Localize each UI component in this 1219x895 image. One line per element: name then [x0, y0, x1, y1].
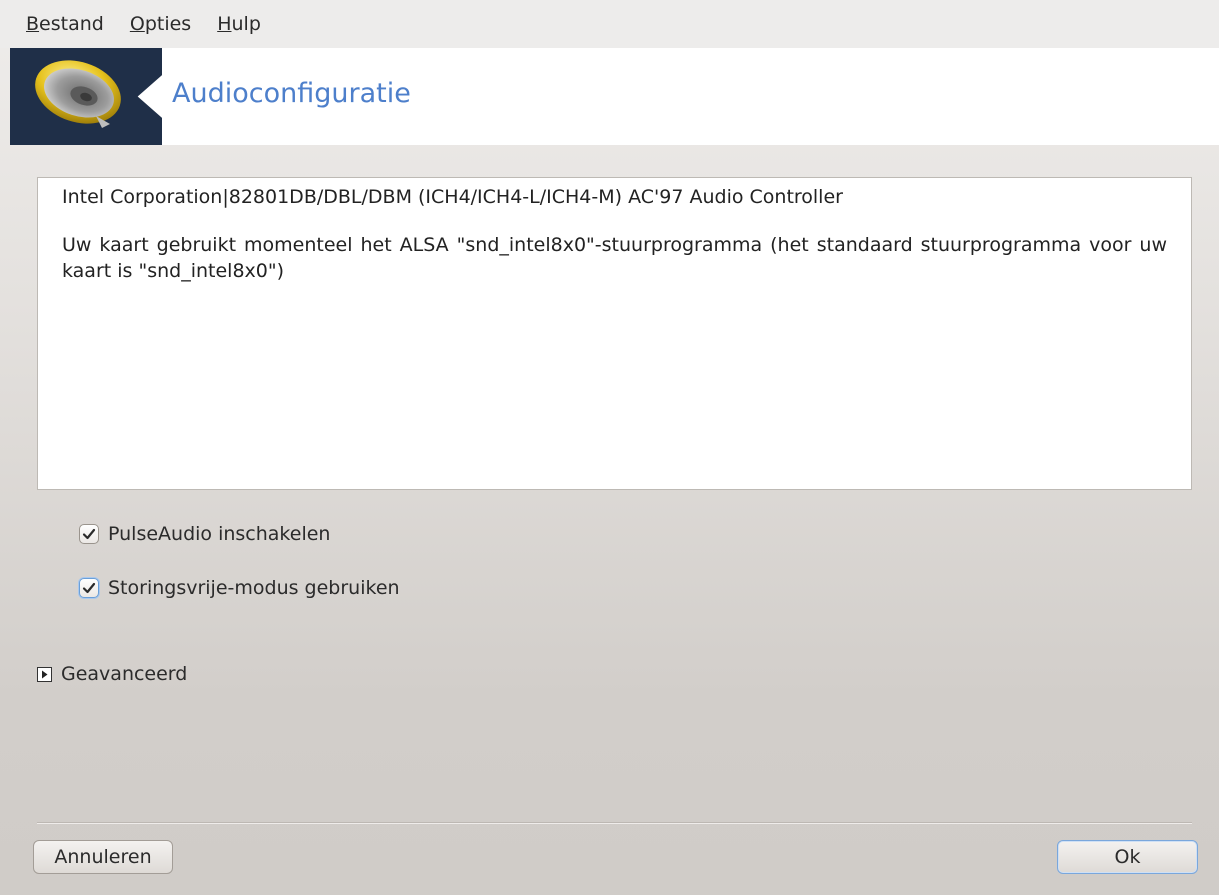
pulseaudio-label: PulseAudio inschakelen — [108, 523, 331, 545]
header-banner: Audioconfiguratie — [10, 48, 1219, 145]
speaker-icon — [35, 60, 121, 128]
button-separator — [37, 822, 1192, 824]
glitchfree-checkbox-row[interactable]: Storingsvrije-modus gebruiken — [79, 577, 400, 599]
checkmark-icon — [82, 528, 96, 540]
pulseaudio-checkbox[interactable] — [79, 524, 99, 544]
glitchfree-label: Storingsvrije-modus gebruiken — [108, 577, 400, 599]
glitchfree-checkbox[interactable] — [79, 578, 99, 598]
menu-opties[interactable]: Opties — [130, 13, 191, 35]
menu-hulp-label: ulp — [231, 13, 261, 35]
sound-card-info: Intel Corporation|82801DB/DBL/DBM (ICH4/… — [37, 177, 1192, 490]
menubar: Bestand Opties Hulp — [0, 0, 1219, 48]
sound-card-name: Intel Corporation|82801DB/DBL/DBM (ICH4/… — [62, 186, 843, 208]
menu-bestand-label: estand — [39, 13, 104, 35]
expand-arrow-icon[interactable] — [37, 666, 52, 682]
checkmark-icon — [82, 582, 96, 594]
cancel-button[interactable]: Annuleren — [33, 840, 173, 874]
triangle-right-icon — [42, 670, 48, 678]
page-title: Audioconfiguratie — [172, 78, 411, 109]
ok-button[interactable]: Ok — [1057, 840, 1198, 874]
pulseaudio-checkbox-row[interactable]: PulseAudio inschakelen — [79, 523, 330, 545]
menu-hulp[interactable]: Hulp — [217, 13, 261, 35]
menu-hulp-mnemonic: H — [217, 13, 232, 35]
menu-opties-mnemonic: O — [129, 13, 145, 35]
driver-description: Uw kaart gebruikt momenteel het ALSA "sn… — [62, 234, 1167, 282]
menu-bestand[interactable]: Bestand — [26, 13, 104, 35]
menu-bestand-mnemonic: B — [26, 13, 40, 35]
menu-opties-label: pties — [144, 13, 192, 35]
advanced-label: Geavanceerd — [61, 663, 188, 685]
advanced-expander[interactable]: Geavanceerd — [37, 663, 187, 685]
